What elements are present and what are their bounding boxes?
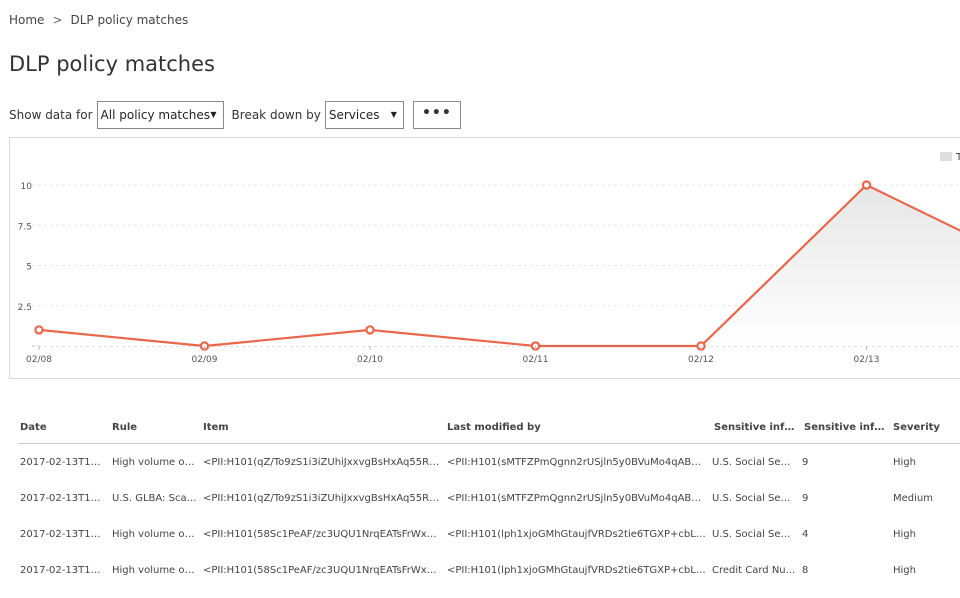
y-tick-label: 10 <box>21 182 33 192</box>
cell-item: <PII:H101(qZ/To9zS1i3iZUhiJxxvgBsHxAq55R… <box>203 492 447 504</box>
breadcrumb: Home > DLP policy matches <box>9 13 188 27</box>
cell-sensitive-info-count: 9 <box>802 492 809 504</box>
cell-sensitive-info-type: Credit Card Nu... <box>712 564 796 576</box>
cell-sensitive-info-count: 9 <box>802 456 809 468</box>
show-data-dropdown[interactable]: All policy matches ▼ <box>96 101 224 129</box>
chart-container: 2.557.51002/0802/0902/1002/1102/1202/130… <box>9 137 960 379</box>
data-point[interactable] <box>861 180 872 190</box>
y-tick-label: 2.5 <box>18 303 32 313</box>
x-tick-label: 02/11 <box>523 355 549 365</box>
legend-label[interactable]: T <box>955 152 960 163</box>
x-tick-label: 02/10 <box>357 355 383 365</box>
cell-severity: High <box>893 456 916 468</box>
chevron-down-icon: ▼ <box>390 110 397 119</box>
cell-severity: High <box>893 564 916 576</box>
cell-sensitive-info-type: U.S. Social Secu... <box>712 492 802 504</box>
column-header-rule[interactable]: Rule <box>112 422 203 433</box>
filter-bar: Show data for All policy matches ▼ Break… <box>9 101 461 129</box>
cell-item: <PII:H101(58Sc1PeAF/zc3UQU1NrqEATsFrWxne… <box>203 528 447 540</box>
cell-date: 2017-02-13T16:... <box>20 564 110 576</box>
cell-rule: U.S. GLBA: Scan ... <box>112 492 203 504</box>
table-row[interactable]: 2017-02-13T16:... High volume of ... <PII:… <box>18 444 960 480</box>
y-tick-label: 5 <box>26 263 32 273</box>
cell-last-modified-by: <PII:H101(sMTFZPmQgnn2rUSjln5y0BVuMo4qAB… <box>447 456 712 468</box>
table-row[interactable]: 2017-02-13T16:... High volume of ... <PII:… <box>18 552 960 588</box>
breadcrumb-current: DLP policy matches <box>70 13 189 27</box>
show-data-value: All policy matches <box>100 108 210 122</box>
more-options-button[interactable]: ••• <box>412 101 461 129</box>
cell-last-modified-by: <PII:H101(sMTFZPmQgnn2rUSjln5y0BVuMo4qAB… <box>447 492 712 504</box>
column-header-last-modified-by[interactable]: Last modified by <box>447 422 712 433</box>
column-header-sensitive-info-type[interactable]: Sensitive infor... <box>712 422 802 433</box>
column-header-date[interactable]: Date <box>18 422 112 433</box>
x-tick-label: 02/13 <box>854 355 880 365</box>
column-header-sensitive-info-count[interactable]: Sensitive infor... <box>802 422 893 433</box>
cell-date: 2017-02-13T16:... <box>20 492 110 504</box>
cell-item: <PII:H101(qZ/To9zS1i3iZUhiJxxvgBsHxAq55R… <box>203 456 447 468</box>
cell-date: 2017-02-13T16:... <box>20 456 110 468</box>
cell-rule: High volume of ... <box>112 564 201 576</box>
cell-rule: High volume of ... <box>112 456 201 468</box>
line-chart: 2.557.51002/0802/0902/1002/1102/1202/130… <box>18 152 960 365</box>
cell-date: 2017-02-13T16:... <box>20 528 110 540</box>
legend-swatch <box>940 152 952 161</box>
break-down-dropdown[interactable]: Services ▼ <box>324 101 404 129</box>
breadcrumb-separator: > <box>52 13 63 27</box>
ellipsis-icon: ••• <box>421 105 452 121</box>
break-down-label: Break down by <box>231 108 321 122</box>
column-header-severity[interactable]: Severity <box>893 422 960 433</box>
table-header: Date Rule Item Last modified by Sensitiv… <box>18 412 960 444</box>
cell-item: <PII:H101(58Sc1PeAF/zc3UQU1NrqEATsFrWxne… <box>203 564 447 576</box>
page-title: DLP policy matches <box>9 52 215 76</box>
x-tick-label: 02/12 <box>688 355 714 365</box>
breadcrumb-home-link[interactable]: Home <box>9 13 44 27</box>
x-tick-label: 02/08 <box>26 355 52 365</box>
data-point[interactable] <box>34 325 44 335</box>
cell-severity: Medium <box>893 492 933 504</box>
y-tick-label: 7.5 <box>18 222 32 232</box>
cell-rule: High volume of ... <box>112 528 201 540</box>
x-tick-label: 02/09 <box>192 355 218 365</box>
table-row[interactable]: 2017-02-13T16:... U.S. GLBA: Scan ... <PII… <box>18 480 960 516</box>
column-header-item[interactable]: Item <box>203 422 447 433</box>
cell-last-modified-by: <PII:H101(lph1xjoGMhGtaujfVRDs2tie6TGXP+… <box>447 528 712 540</box>
table-body: 2017-02-13T16:... High volume of ... <PII:… <box>18 444 960 588</box>
cell-sensitive-info-count: 8 <box>802 564 809 576</box>
chevron-down-icon: ▼ <box>210 110 217 119</box>
table-row[interactable]: 2017-02-13T16:... High volume of ... <PII:… <box>18 516 960 552</box>
cell-sensitive-info-type: U.S. Social Secu... <box>712 456 802 468</box>
cell-last-modified-by: <PII:H101(lph1xjoGMhGtaujfVRDs2tie6TGXP+… <box>447 564 712 576</box>
show-data-label: Show data for <box>9 108 93 122</box>
cell-severity: High <box>893 528 916 540</box>
policy-matches-table: Date Rule Item Last modified by Sensitiv… <box>18 412 960 588</box>
break-down-value: Services <box>328 108 380 122</box>
data-point[interactable] <box>365 325 375 335</box>
cell-sensitive-info-count: 4 <box>802 528 809 540</box>
cell-sensitive-info-type: U.S. Social Secu... <box>712 528 802 540</box>
